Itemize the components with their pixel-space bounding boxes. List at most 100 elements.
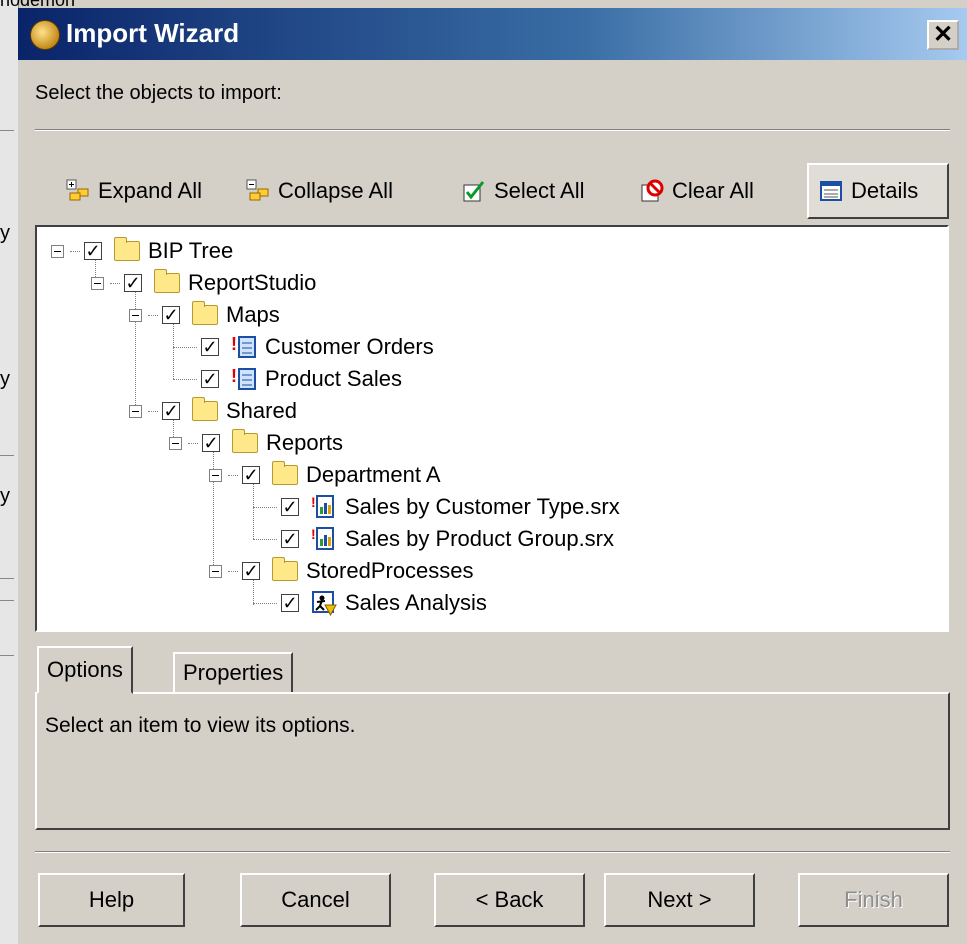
svg-text:!: !: [311, 494, 316, 510]
folder-icon: [272, 461, 298, 485]
folder-icon: [114, 237, 140, 261]
separator: [35, 851, 950, 853]
expand-all-button[interactable]: Expand All: [66, 163, 202, 219]
app-icon: [30, 20, 60, 50]
map-icon: !: [231, 334, 257, 360]
node-checkbox[interactable]: ✓: [281, 594, 299, 612]
tree-node[interactable]: ✓ ! Product Sales: [173, 363, 402, 395]
options-tabs: Options Properties Select an item to vie…: [35, 646, 950, 836]
stored-process-icon: [311, 590, 337, 617]
tree-connector: [70, 250, 80, 252]
node-checkbox[interactable]: ✓: [242, 466, 260, 484]
node-label: Shared: [226, 398, 297, 423]
svg-text:!: !: [311, 526, 316, 542]
svg-text:!: !: [231, 366, 237, 386]
tree-connector: [228, 474, 238, 476]
collapse-toggle[interactable]: [129, 308, 142, 322]
tree-connector: [173, 346, 197, 348]
tree-node[interactable]: ✓ ! Sales by Product Group.srx: [253, 523, 614, 555]
help-button[interactable]: Help: [38, 873, 185, 927]
tree-node[interactable]: ✓ Sales Analysis: [253, 587, 487, 619]
clear-all-icon: [640, 179, 664, 203]
tree-connector: [188, 442, 198, 444]
node-checkbox[interactable]: ✓: [201, 338, 219, 356]
tree-connector: [228, 570, 238, 572]
tree-node[interactable]: ✓ StoredProcesses: [209, 555, 474, 587]
node-label: Customer Orders: [265, 334, 434, 359]
node-checkbox[interactable]: ✓: [162, 306, 180, 324]
node-label: BIP Tree: [148, 238, 234, 263]
svg-text:!: !: [231, 334, 237, 354]
collapse-toggle[interactable]: [169, 436, 182, 450]
tree-node[interactable]: ✓ Department A: [209, 459, 441, 491]
tree-connector: [148, 314, 158, 316]
node-label: Reports: [266, 430, 344, 455]
details-button[interactable]: Details: [807, 163, 949, 219]
cancel-button[interactable]: Cancel: [240, 873, 391, 927]
tree-node[interactable]: ✓ ReportStudio: [91, 267, 316, 299]
background-divider: [0, 455, 14, 456]
tree-node[interactable]: ✓ Maps: [129, 299, 280, 331]
collapse-all-button[interactable]: Collapse All: [246, 163, 393, 219]
node-checkbox[interactable]: ✓: [281, 498, 299, 516]
finish-button: Finish: [798, 873, 949, 927]
details-label: Details: [851, 178, 919, 203]
background-text: nodemon: [0, 0, 140, 8]
select-all-icon: [462, 179, 486, 203]
expand-all-icon: [66, 179, 90, 203]
collapse-toggle[interactable]: [209, 468, 222, 482]
expand-all-label: Expand All: [98, 178, 202, 203]
window-title: Import Wizard: [66, 18, 240, 48]
separator: [35, 129, 950, 131]
collapse-toggle[interactable]: [209, 564, 222, 578]
tree-node[interactable]: ✓ Reports: [169, 427, 343, 459]
folder-icon: [232, 429, 258, 453]
tree-node[interactable]: ✓ ! Customer Orders: [173, 331, 434, 363]
collapse-toggle[interactable]: [51, 244, 64, 258]
background-divider: [0, 130, 14, 131]
tab-properties[interactable]: Properties: [173, 652, 294, 694]
details-icon: [819, 179, 843, 203]
report-icon: !: [311, 494, 337, 520]
node-checkbox[interactable]: ✓: [84, 242, 102, 260]
folder-icon: [154, 269, 180, 293]
node-checkbox[interactable]: ✓: [281, 530, 299, 548]
tree-node[interactable]: ✓ BIP Tree: [51, 235, 233, 267]
options-panel-text: Select an item to view its options.: [45, 714, 356, 737]
tree-node[interactable]: ✓ ! Sales by Customer Type.srx: [253, 491, 620, 523]
collapse-all-label: Collapse All: [278, 178, 393, 203]
node-label: ReportStudio: [188, 270, 317, 295]
node-checkbox[interactable]: ✓: [202, 434, 220, 452]
options-panel: Select an item to view its options.: [35, 692, 950, 830]
node-checkbox[interactable]: ✓: [162, 402, 180, 420]
back-button[interactable]: < Back: [434, 873, 585, 927]
object-tree[interactable]: ✓ BIP Tree ✓ ReportStudio ✓ Maps ✓ ! Cus…: [35, 225, 949, 632]
close-button[interactable]: ✕: [927, 20, 959, 50]
background-glyph: y: [0, 485, 10, 507]
node-label: Sales by Customer Type.srx: [345, 494, 620, 519]
import-wizard-dialog: Import Wizard ✕ Select the objects to im…: [18, 8, 967, 944]
folder-icon: [192, 301, 218, 325]
node-checkbox[interactable]: ✓: [201, 370, 219, 388]
collapse-all-icon: [246, 179, 270, 203]
next-button[interactable]: Next >: [604, 873, 755, 927]
tree-connector: [173, 378, 197, 380]
node-checkbox[interactable]: ✓: [124, 274, 142, 292]
folder-icon: [272, 557, 298, 581]
background-glyph: y: [0, 222, 10, 244]
collapse-toggle[interactable]: [91, 276, 104, 290]
select-all-label: Select All: [494, 178, 585, 203]
title-bar[interactable]: Import Wizard ✕: [18, 8, 967, 60]
node-label: StoredProcesses: [306, 558, 474, 583]
report-icon: !: [311, 526, 337, 552]
collapse-toggle[interactable]: [129, 404, 142, 418]
node-label: Maps: [226, 302, 280, 327]
background-glyph: y: [0, 368, 10, 390]
node-label: Sales by Product Group.srx: [345, 526, 615, 551]
clear-all-button[interactable]: Clear All: [640, 163, 754, 219]
select-all-button[interactable]: Select All: [462, 163, 585, 219]
tab-options[interactable]: Options: [37, 646, 133, 694]
close-icon: ✕: [932, 21, 954, 48]
node-checkbox[interactable]: ✓: [242, 562, 260, 580]
tree-node[interactable]: ✓ Shared: [129, 395, 297, 427]
